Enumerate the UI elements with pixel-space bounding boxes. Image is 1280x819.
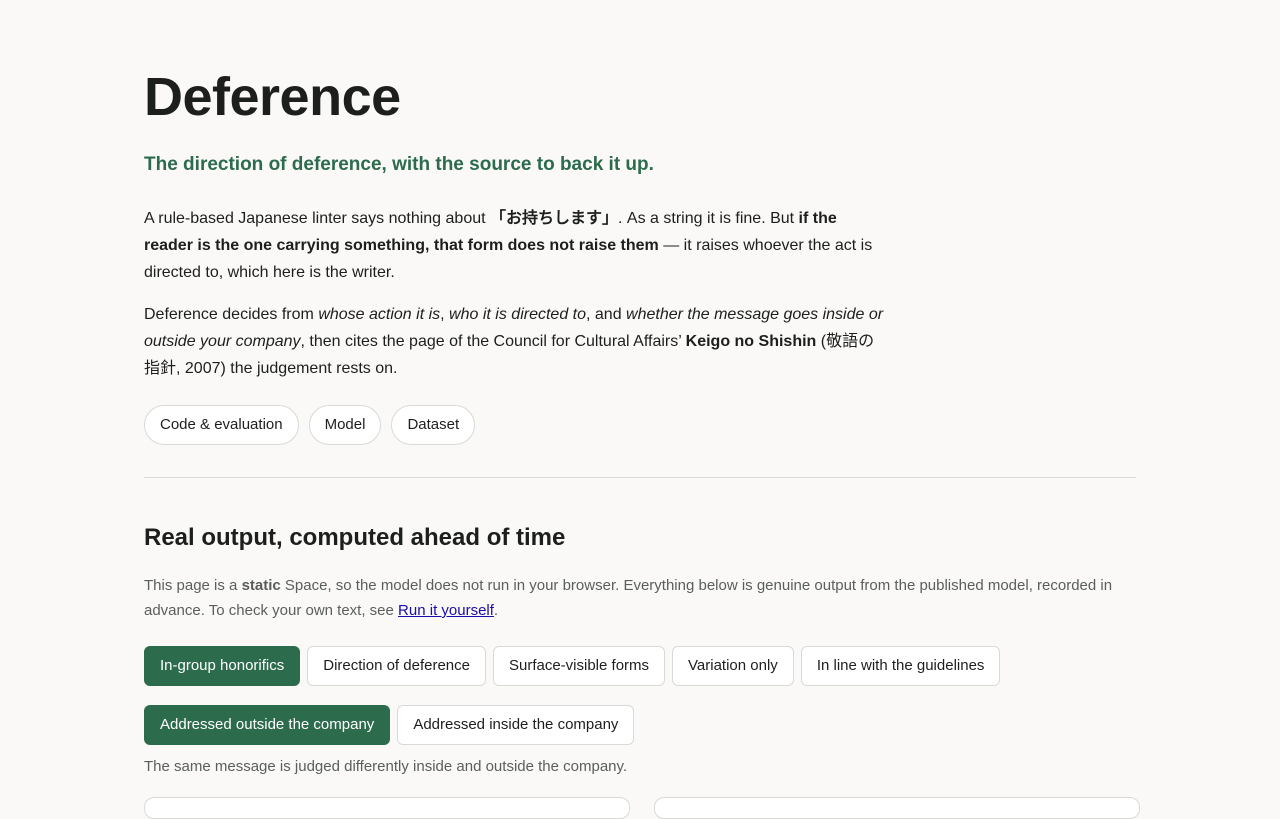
text-run: , then cites the page of the Council for…	[300, 333, 686, 350]
text-run: ,	[440, 306, 450, 323]
tab-in-group-honorifics[interactable]: In-group honorifics	[144, 646, 301, 686]
example-tabs: In-group honorifics Direction of deferen…	[144, 646, 1001, 686]
text-run: 「お持ちします」	[490, 210, 619, 227]
text-run: , and	[586, 306, 627, 323]
tab-surface-visible-forms[interactable]: Surface-visible forms	[492, 646, 666, 686]
page-title: Deference	[144, 67, 401, 127]
result-card-right	[654, 797, 1140, 819]
text-run: . As a string it is fine. But	[618, 210, 799, 227]
text-run: who it is directed to	[449, 306, 586, 323]
static-space-note: This page is a static Space, so the mode…	[144, 573, 1136, 623]
tab-addressed-outside-company[interactable]: Addressed outside the company	[144, 705, 391, 745]
note-text: This page is a	[144, 577, 242, 594]
section-title: Real output, computed ahead of time	[144, 524, 566, 551]
section-divider	[144, 477, 1136, 478]
tab-addressed-inside-company[interactable]: Addressed inside the company	[397, 705, 635, 745]
resource-links: Code & evaluation Model Dataset	[144, 405, 476, 445]
note-text: Space, so the model does not run in your…	[144, 577, 1113, 619]
text-run: A rule-based Japanese linter says nothin…	[144, 210, 491, 227]
result-card-left	[144, 797, 630, 819]
note-text: .	[493, 602, 499, 619]
run-it-yourself-link[interactable]: Run it yourself	[398, 602, 494, 619]
scope-caption: The same message is judged differently i…	[144, 758, 628, 775]
result-cards	[144, 797, 1140, 819]
code-evaluation-link[interactable]: Code & evaluation	[144, 405, 299, 445]
scope-tabs: Addressed outside the company Addressed …	[144, 705, 635, 745]
note-bold-static: static	[241, 577, 281, 594]
dataset-link[interactable]: Dataset	[391, 405, 476, 445]
tab-direction-of-deference[interactable]: Direction of deference	[307, 646, 486, 686]
tab-variation-only[interactable]: Variation only	[672, 646, 794, 686]
intro-paragraph-2: Deference decides from whose action it i…	[144, 301, 884, 382]
intro-paragraph-1: A rule-based Japanese linter says nothin…	[144, 205, 884, 286]
tab-in-line-with-guidelines[interactable]: In line with the guidelines	[800, 646, 1001, 686]
text-run: whose action it is	[318, 306, 441, 323]
model-link[interactable]: Model	[308, 405, 382, 445]
text-run: Keigo no Shishin	[685, 333, 817, 350]
text-run: Deference decides from	[144, 306, 319, 323]
tagline: The direction of deference, with the sou…	[144, 154, 654, 175]
